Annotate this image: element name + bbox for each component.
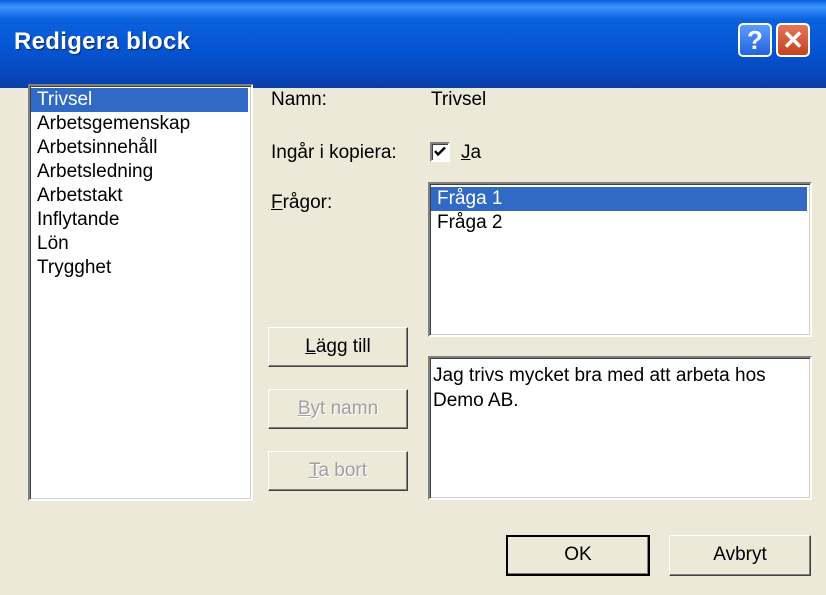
block-list-item[interactable]: Trygghet (31, 256, 248, 280)
window-title: Redigera block (14, 28, 191, 55)
ok-button[interactable]: OK (506, 535, 650, 576)
block-list-item[interactable]: Lön (31, 232, 248, 256)
edit-block-dialog: Redigera block ? ✕ Trivsel Arbetsgemensk… (0, 0, 826, 595)
questions-label-text: rågor: (282, 192, 333, 213)
questions-label: Frågor: (271, 192, 332, 214)
add-button-label: ägg till (315, 336, 371, 357)
block-list-item[interactable]: Trivsel (31, 88, 248, 112)
questions-list[interactable]: Fråga 1 Fråga 2 (428, 182, 812, 337)
rename-button-accelerator: B (297, 398, 311, 419)
include-option-accelerator: J (461, 142, 471, 163)
cancel-button[interactable]: Avbryt (669, 535, 811, 576)
question-list-item[interactable]: Fråga 2 (431, 211, 807, 235)
checkmark-icon (434, 146, 446, 157)
question-list-item[interactable]: Fråga 1 (431, 187, 807, 211)
help-button[interactable]: ? (738, 23, 772, 57)
title-bar[interactable]: Redigera block ? ✕ (0, 0, 826, 88)
question-description-box[interactable]: Jag trivs mycket bra med att arbeta hos … (428, 356, 812, 500)
block-list-item[interactable]: Arbetsinnehåll (31, 136, 248, 160)
name-value: Trivsel (431, 89, 487, 110)
questions-label-accelerator: F (271, 192, 283, 213)
block-list-item[interactable]: Arbetsledning (31, 160, 248, 184)
include-copy-option[interactable]: Ja (461, 142, 481, 164)
block-list-item[interactable]: Inflytande (31, 208, 248, 232)
delete-button-label: a bort (318, 460, 368, 481)
name-label: Namn: (271, 89, 327, 110)
add-button[interactable]: Lägg till (268, 327, 408, 367)
close-button[interactable]: ✕ (776, 23, 810, 57)
rename-button-label: yt namn (310, 398, 379, 419)
block-list-item[interactable]: Arbetstakt (31, 184, 248, 208)
block-list-item[interactable]: Arbetsgemenskap (31, 112, 248, 136)
delete-button[interactable]: Ta bort (268, 451, 408, 491)
include-copy-label: Ingår i kopiera: (271, 142, 397, 163)
question-description-text: Jag trivs mycket bra med att arbeta hos … (433, 365, 766, 411)
include-option-text: a (470, 142, 482, 163)
block-list[interactable]: Trivsel Arbetsgemenskap Arbetsinnehåll A… (28, 84, 253, 501)
include-copy-checkbox[interactable] (430, 142, 450, 162)
rename-button[interactable]: Byt namn (268, 389, 408, 429)
add-button-accelerator: L (305, 336, 316, 357)
